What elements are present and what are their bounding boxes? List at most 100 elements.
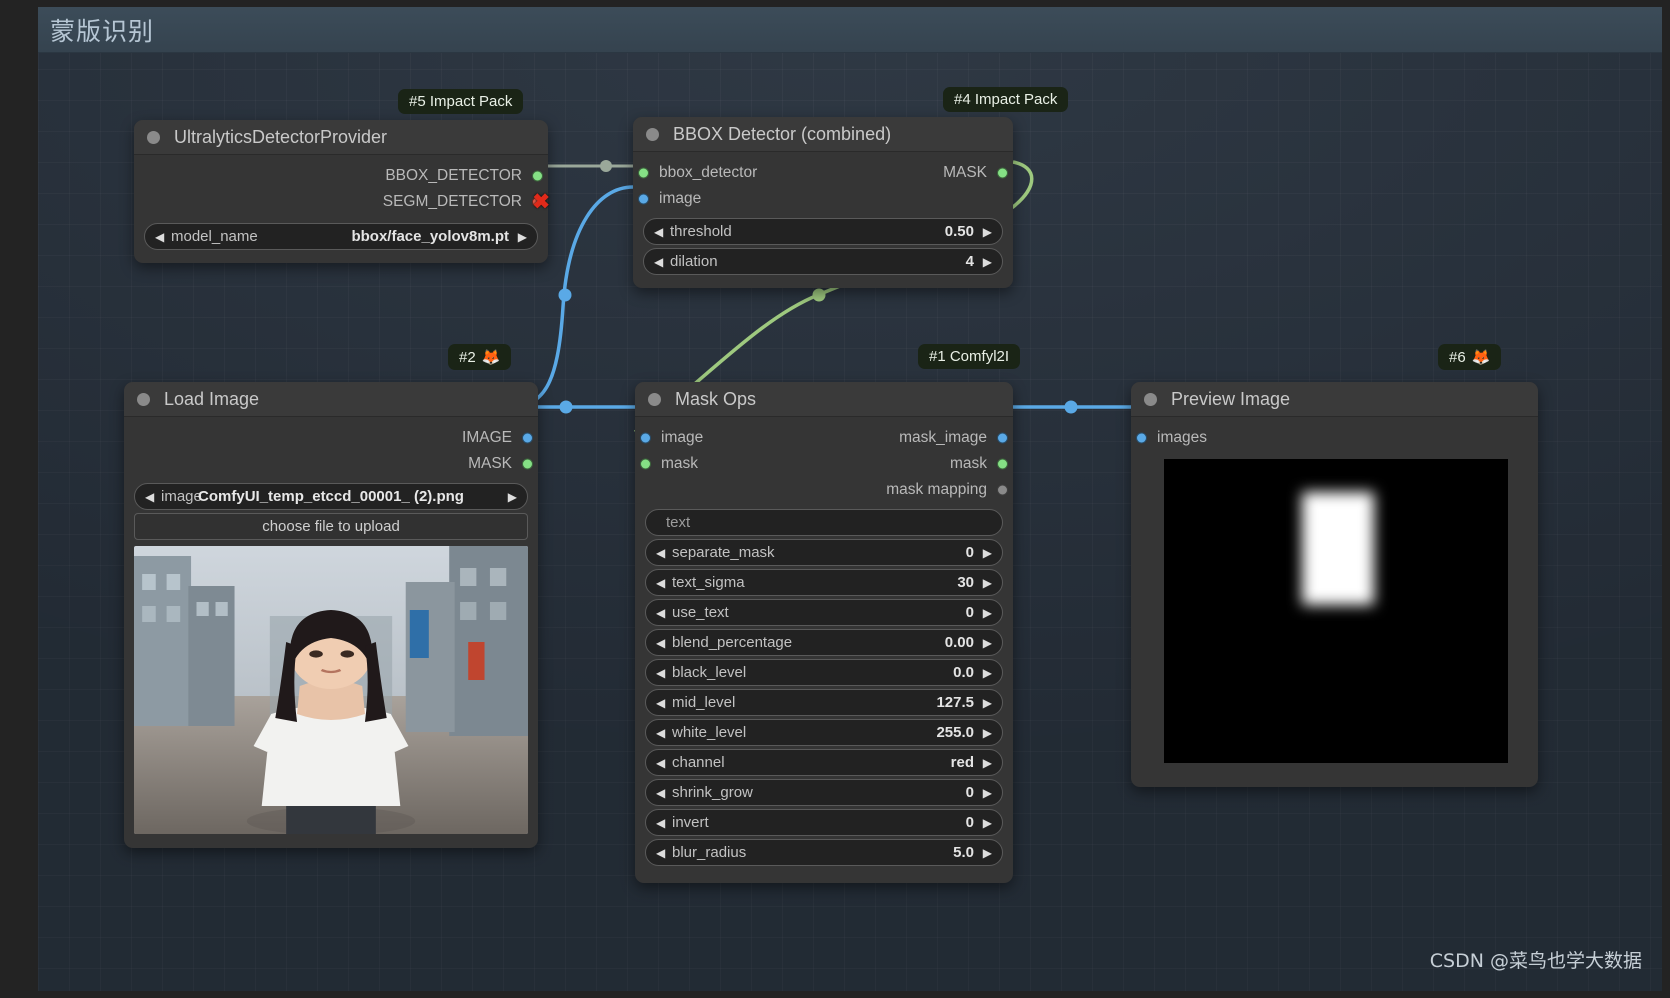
- increment-arrow-icon[interactable]: ▶: [518, 230, 527, 244]
- output-slot-bbox-detector[interactable]: BBOX_DETECTOR: [134, 163, 548, 189]
- decrement-arrow-icon[interactable]: ◀: [656, 846, 665, 860]
- increment-arrow-icon[interactable]: ▶: [983, 225, 992, 239]
- collapse-dot-icon[interactable]: [648, 392, 661, 406]
- collapse-dot-icon[interactable]: [646, 127, 659, 141]
- increment-arrow-icon[interactable]: ▶: [983, 696, 992, 710]
- output-label: MASK: [943, 164, 987, 181]
- node-bbox-detector-combined[interactable]: BBOX Detector (combined) bbox_detector M…: [633, 117, 1013, 288]
- increment-arrow-icon[interactable]: ▶: [983, 666, 992, 680]
- decrement-arrow-icon[interactable]: ◀: [145, 490, 154, 504]
- input-port-icon[interactable]: [638, 193, 649, 205]
- output-port-icon[interactable]: [522, 432, 533, 444]
- node-header[interactable]: Mask Ops: [635, 382, 1013, 417]
- node-header[interactable]: UltralyticsDetectorProvider: [134, 120, 548, 155]
- top-border: [0, 0, 1670, 7]
- output-slot-segm-detector[interactable]: SEGM_DETECTOR ✖: [134, 189, 550, 215]
- decrement-arrow-icon[interactable]: ◀: [656, 726, 665, 740]
- widget-image[interactable]: ◀ image ComfyUI_temp_etccd_00001_ (2).pn…: [134, 483, 528, 510]
- widget-label: white_level: [672, 724, 747, 741]
- fox-icon: 🦊: [481, 349, 501, 366]
- output-port-icon[interactable]: [532, 170, 543, 182]
- increment-arrow-icon[interactable]: ▶: [983, 576, 992, 590]
- widget-use-text[interactable]: ◀ use_text 0 ▶: [645, 599, 1003, 626]
- widget-text-sigma[interactable]: ◀ text_sigma 30 ▶: [645, 569, 1003, 596]
- window-titlebar: 蒙版识别: [38, 7, 1662, 53]
- mask-preview-image[interactable]: [1164, 459, 1508, 763]
- increment-arrow-icon[interactable]: ▶: [983, 816, 992, 830]
- node-header[interactable]: Load Image: [124, 382, 538, 417]
- widget-invert[interactable]: ◀ invert 0 ▶: [645, 809, 1003, 836]
- decrement-arrow-icon[interactable]: ◀: [656, 786, 665, 800]
- decrement-arrow-icon[interactable]: ◀: [656, 546, 665, 560]
- increment-arrow-icon[interactable]: ▶: [983, 636, 992, 650]
- decrement-arrow-icon[interactable]: ◀: [654, 225, 663, 239]
- increment-arrow-icon[interactable]: ▶: [983, 546, 992, 560]
- widget-mid-level[interactable]: ◀ mid_level 127.5 ▶: [645, 689, 1003, 716]
- widget-label: threshold: [670, 223, 732, 240]
- increment-arrow-icon[interactable]: ▶: [983, 786, 992, 800]
- input-slot-image[interactable]: image: [633, 186, 1013, 212]
- widget-separate-mask[interactable]: ◀ separate_mask 0 ▶: [645, 539, 1003, 566]
- widget-text-input[interactable]: text: [645, 509, 1003, 536]
- widget-blur-radius[interactable]: ◀ blur_radius 5.0 ▶: [645, 839, 1003, 866]
- widget-shrink-grow[interactable]: ◀ shrink_grow 0 ▶: [645, 779, 1003, 806]
- output-slot-mask-image[interactable]: mask_image: [635, 425, 1013, 451]
- output-port-icon[interactable]: [997, 167, 1008, 179]
- increment-arrow-icon[interactable]: ▶: [983, 756, 992, 770]
- page-title: 蒙版识别: [50, 16, 155, 46]
- widget-dilation[interactable]: ◀ dilation 4 ▶: [643, 248, 1003, 275]
- output-port-icon[interactable]: [522, 458, 533, 470]
- badge-label: #2: [459, 348, 476, 366]
- badge-label: #4 Impact Pack: [954, 91, 1058, 108]
- widget-model-name[interactable]: ◀ model_name bbox/face_yolov8m.pt ▶: [144, 223, 538, 250]
- decrement-arrow-icon[interactable]: ◀: [656, 696, 665, 710]
- widget-label: model_name: [171, 228, 258, 245]
- widget-channel[interactable]: ◀ channel red ▶: [645, 749, 1003, 776]
- node-graph-canvas[interactable]: UltralyticsDetectorProvider BBOX_DETECTO…: [38, 7, 1662, 991]
- decrement-arrow-icon[interactable]: ◀: [656, 576, 665, 590]
- widget-black-level[interactable]: ◀ black_level 0.0 ▶: [645, 659, 1003, 686]
- decrement-arrow-icon[interactable]: ◀: [656, 756, 665, 770]
- loaded-image-preview[interactable]: [134, 546, 528, 834]
- widget-blend-percentage[interactable]: ◀ blend_percentage 0.00 ▶: [645, 629, 1003, 656]
- increment-arrow-icon[interactable]: ▶: [983, 726, 992, 740]
- node-header[interactable]: BBOX Detector (combined): [633, 117, 1013, 152]
- output-port-icon[interactable]: [997, 432, 1008, 444]
- decrement-arrow-icon[interactable]: ◀: [656, 816, 665, 830]
- widget-label: channel: [672, 754, 725, 771]
- node-title: BBOX Detector (combined): [673, 123, 892, 144]
- badge-label: #5 Impact Pack: [409, 93, 513, 110]
- widget-threshold[interactable]: ◀ threshold 0.50 ▶: [643, 218, 1003, 245]
- node-header[interactable]: Preview Image: [1131, 382, 1538, 417]
- mask-white-region: [1301, 492, 1374, 605]
- increment-arrow-icon[interactable]: ▶: [983, 255, 992, 269]
- decrement-arrow-icon[interactable]: ◀: [656, 606, 665, 620]
- decrement-arrow-icon[interactable]: ◀: [155, 230, 164, 244]
- output-slot-mask-mapping[interactable]: mask mapping: [635, 477, 1013, 503]
- decrement-arrow-icon[interactable]: ◀: [656, 636, 665, 650]
- input-port-icon[interactable]: [1136, 432, 1147, 444]
- node-ultralytics-detector-provider[interactable]: UltralyticsDetectorProvider BBOX_DETECTO…: [134, 120, 550, 263]
- node-mask-ops[interactable]: Mask Ops image mask_image mask mask mask…: [635, 382, 1013, 883]
- collapse-dot-icon[interactable]: [137, 392, 150, 406]
- output-port-icon[interactable]: [997, 484, 1008, 496]
- node-load-image[interactable]: Load Image IMAGE MASK ◀ image ComfyUI_te…: [124, 382, 538, 848]
- widget-white-level[interactable]: ◀ white_level 255.0 ▶: [645, 719, 1003, 746]
- node-title: Mask Ops: [675, 388, 757, 409]
- choose-file-upload-button[interactable]: choose file to upload: [134, 513, 528, 540]
- increment-arrow-icon[interactable]: ▶: [508, 490, 517, 504]
- input-slot-images[interactable]: images: [1131, 425, 1538, 451]
- decrement-arrow-icon[interactable]: ◀: [656, 666, 665, 680]
- collapse-dot-icon[interactable]: [1144, 392, 1157, 406]
- output-slot-mask[interactable]: MASK: [124, 451, 538, 477]
- collapse-dot-icon[interactable]: [147, 130, 160, 144]
- output-port-icon[interactable]: [997, 458, 1008, 470]
- output-slot-mask[interactable]: MASK: [633, 160, 1013, 186]
- widget-value: red: [950, 754, 974, 771]
- decrement-arrow-icon[interactable]: ◀: [654, 255, 663, 269]
- increment-arrow-icon[interactable]: ▶: [983, 606, 992, 620]
- node-preview-image[interactable]: Preview Image images: [1131, 382, 1538, 787]
- output-slot-mask[interactable]: mask: [635, 451, 1013, 477]
- output-slot-image[interactable]: IMAGE: [124, 425, 538, 451]
- increment-arrow-icon[interactable]: ▶: [983, 846, 992, 860]
